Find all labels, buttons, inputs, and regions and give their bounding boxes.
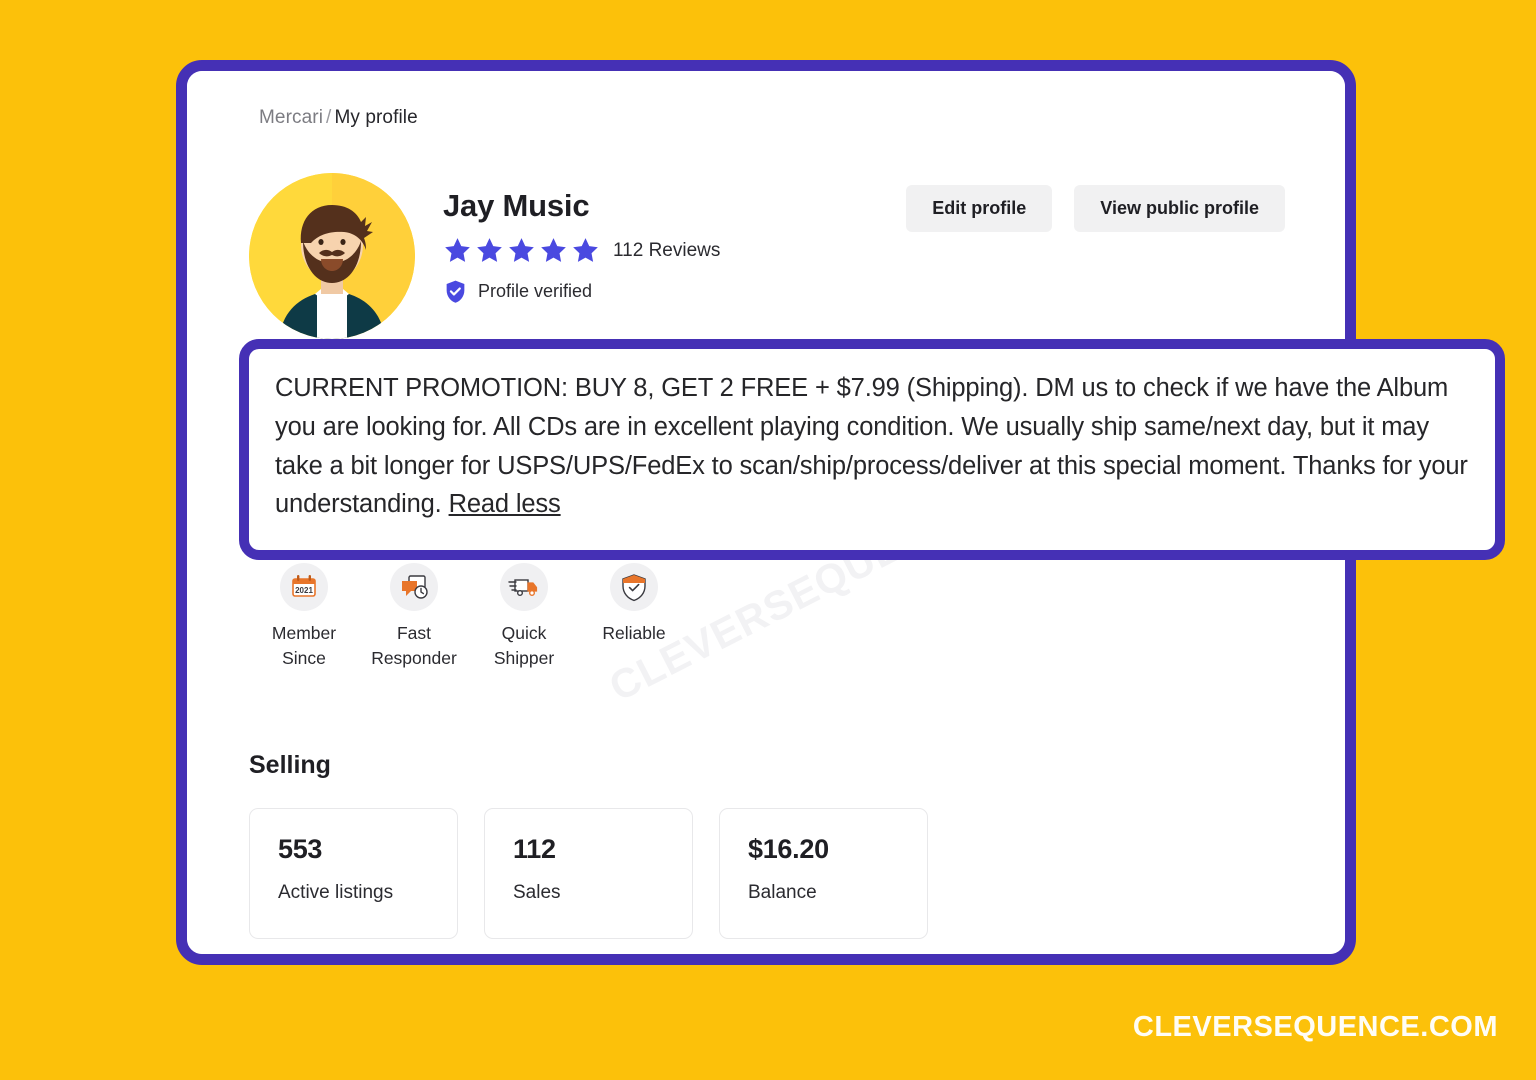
rating-row: 112 Reviews xyxy=(443,236,720,265)
badge-label: Member Since xyxy=(249,621,359,672)
stat-card-balance[interactable]: $16.20 Balance xyxy=(719,808,928,939)
header-actions: Edit profile View public profile xyxy=(906,185,1285,232)
badge-label: Fast Responder xyxy=(359,621,469,672)
breadcrumb-separator: / xyxy=(326,107,332,128)
star-icon xyxy=(541,238,566,262)
corner-watermark: CLEVERSEQUENCE.COM xyxy=(1132,1011,1498,1043)
user-avatar-bearded-man-icon xyxy=(249,173,415,339)
shield-check-icon xyxy=(446,280,465,303)
stat-label: Active listings xyxy=(278,882,394,903)
stat-label: Balance xyxy=(748,882,817,903)
breadcrumb: Mercari / My profile xyxy=(259,107,418,129)
chat-clock-icon xyxy=(390,563,438,611)
browser-window-frame: Mercari / My profile Jay Music 112 Revie… xyxy=(176,60,1505,965)
badge-label-line2: Since xyxy=(282,648,326,669)
badge-reliable: Reliable xyxy=(579,563,689,672)
star-icon xyxy=(573,238,598,262)
stat-value: $16.20 xyxy=(748,834,829,864)
verified-label: Profile verified xyxy=(478,281,593,302)
badge-label-line2: Shipper xyxy=(493,648,555,669)
badge-fast-responder: Fast Responder xyxy=(359,563,469,672)
page-title: Jay Music xyxy=(443,188,590,223)
badge-label: Quick Shipper xyxy=(469,621,579,672)
badge-label-line1: Reliable xyxy=(602,623,666,643)
truck-icon xyxy=(500,563,548,611)
promotion-text: CURRENT PROMOTION: BUY 8, GET 2 FREE + $… xyxy=(275,369,1469,524)
badge-label-line1: Fast xyxy=(396,623,432,643)
verified-row: Profile verified xyxy=(443,279,720,304)
stat-value: 553 xyxy=(278,834,323,864)
star-rating xyxy=(443,236,600,265)
calendar-year-label: 2021 xyxy=(295,586,313,595)
star-icon xyxy=(477,238,502,262)
avatar[interactable] xyxy=(249,173,415,339)
read-less-link[interactable]: Read less xyxy=(449,490,561,518)
badge-label-line2: Responder xyxy=(371,648,457,669)
calendar-icon: 2021 xyxy=(280,563,328,611)
profile-identity: Jay Music 112 Reviews Profile verified xyxy=(443,188,720,304)
badge-label: Reliable xyxy=(579,621,689,646)
badge-label-line1: Quick xyxy=(501,623,547,643)
edit-profile-button[interactable]: Edit profile xyxy=(906,185,1053,232)
selling-stat-cards: 553 Active listings 112 Sales $16.20 Bal… xyxy=(249,808,928,939)
badge-label-line1: Member xyxy=(271,623,337,643)
promotion-highlight-box: CURRENT PROMOTION: BUY 8, GET 2 FREE + $… xyxy=(239,339,1505,560)
breadcrumb-current-page: My profile xyxy=(334,107,418,128)
star-icon xyxy=(445,238,470,262)
stat-card-sales[interactable]: 112 Sales xyxy=(484,808,693,939)
badge-member-since: 2021 Member Since xyxy=(249,563,359,672)
breadcrumb-mercari-link[interactable]: Mercari xyxy=(259,107,323,128)
shield-check-badge-icon xyxy=(610,563,658,611)
review-count[interactable]: 112 Reviews xyxy=(613,240,720,262)
selling-section-title: Selling xyxy=(249,751,331,779)
profile-header: Jay Music 112 Reviews Profile verified E… xyxy=(249,173,1285,339)
seller-badges: 2021 Member Since Fast Responder Quick S… xyxy=(249,563,689,672)
stat-card-active-listings[interactable]: 553 Active listings xyxy=(249,808,458,939)
star-icon xyxy=(509,238,534,262)
stat-value: 112 xyxy=(513,834,556,864)
view-public-profile-button[interactable]: View public profile xyxy=(1074,185,1285,232)
stat-label: Sales xyxy=(513,882,561,903)
badge-quick-shipper: Quick Shipper xyxy=(469,563,579,672)
